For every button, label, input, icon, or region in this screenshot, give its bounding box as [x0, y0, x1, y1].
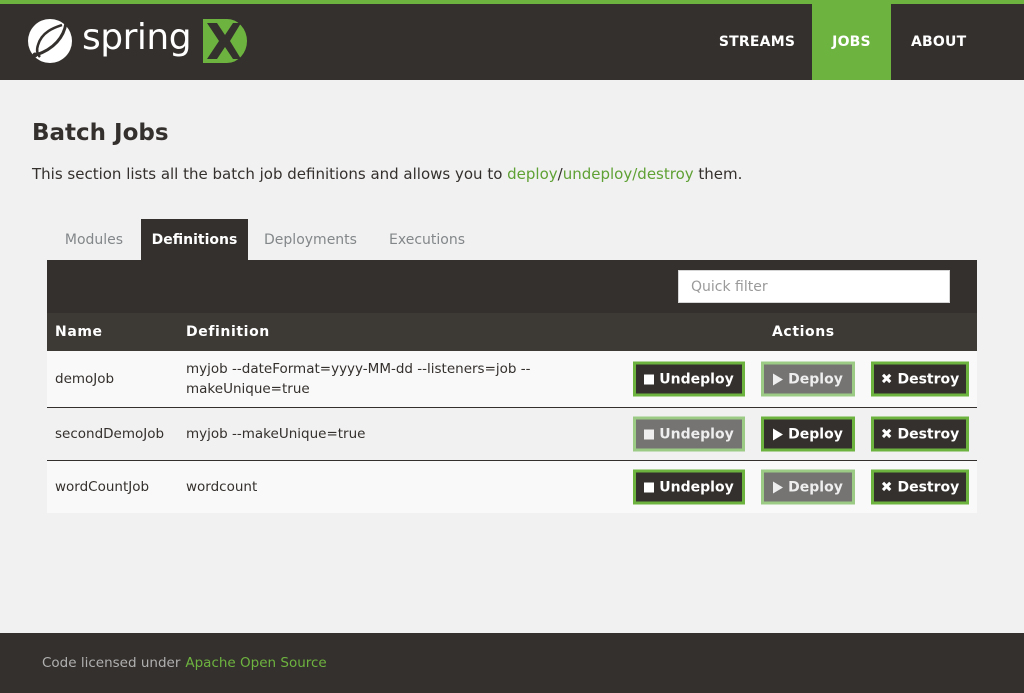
undeploy-label: Undeploy [659, 479, 734, 495]
destroy-link[interactable]: destroy [637, 165, 693, 183]
spring-leaf-icon [28, 19, 72, 63]
destroy-label: Destroy [897, 426, 960, 442]
deploy-label: Deploy [788, 426, 843, 442]
main-nav: STREAMS JOBS ABOUT [690, 4, 1024, 80]
deploy-button[interactable]: Deploy [761, 469, 855, 505]
tab-deployments[interactable]: Deployments [248, 219, 373, 260]
destroy-button[interactable]: ✖ Destroy [871, 361, 969, 397]
nav-streams[interactable]: STREAMS [690, 4, 812, 80]
undeploy-label: Undeploy [659, 371, 734, 387]
top-navbar: spring STREAMS JOBS ABOUT [0, 0, 1024, 80]
tab-executions[interactable]: Executions [373, 219, 481, 260]
job-definition: myjob --dateFormat=yyyy-MM-dd --listener… [186, 361, 531, 397]
nav-jobs[interactable]: JOBS [812, 4, 891, 80]
tab-definitions[interactable]: Definitions [141, 219, 248, 260]
quick-filter-input[interactable] [678, 270, 950, 303]
destroy-button[interactable]: ✖ Destroy [871, 469, 969, 505]
job-name: demoJob [55, 371, 115, 387]
description-suffix: them. [693, 165, 743, 183]
footer-text: Code licensed under [42, 655, 181, 671]
destroy-label: Destroy [897, 479, 960, 495]
page-description: This section lists all the batch job def… [32, 165, 742, 183]
undeploy-button[interactable]: Undeploy [633, 361, 745, 397]
spring-xd-logo[interactable]: spring [26, 16, 248, 66]
deploy-button[interactable]: Deploy [761, 416, 855, 452]
destroy-button[interactable]: ✖ Destroy [871, 416, 969, 452]
table-row: secondDemoJob myjob --makeUnique=true Un… [47, 408, 977, 461]
deploy-label: Deploy [788, 479, 843, 495]
column-header-definition[interactable]: Definition [186, 324, 270, 340]
xd-icon [203, 19, 248, 63]
stop-icon [644, 482, 655, 492]
job-name: secondDemoJob [55, 426, 165, 442]
close-icon: ✖ [880, 371, 893, 387]
stop-icon [644, 374, 655, 384]
table-row: demoJob myjob --dateFormat=yyyy-MM-dd --… [47, 351, 977, 408]
job-definition: myjob --makeUnique=true [186, 426, 366, 442]
brand-text: spring [82, 17, 192, 58]
filter-bar [47, 260, 977, 313]
apache-license-link[interactable]: Apache Open Source [185, 655, 326, 671]
table-row: wordCountJob wordcount Undeploy Deploy ✖… [47, 461, 977, 513]
table-header: Name Definition Actions [47, 313, 977, 351]
undeploy-button[interactable]: Undeploy [633, 416, 745, 452]
tab-bar: Modules Definitions Deployments Executio… [47, 219, 481, 260]
description-prefix: This section lists all the batch job def… [32, 165, 508, 183]
stop-icon [644, 429, 655, 439]
tab-modules[interactable]: Modules [47, 219, 141, 260]
job-definition: wordcount [186, 479, 258, 495]
deploy-button[interactable]: Deploy [761, 361, 855, 397]
footer: Code licensed under Apache Open Source [0, 633, 1024, 693]
close-icon: ✖ [880, 479, 893, 495]
deploy-label: Deploy [788, 371, 843, 387]
undeploy-link[interactable]: undeploy [563, 165, 633, 183]
nav-about[interactable]: ABOUT [891, 4, 1024, 80]
job-name: wordCountJob [55, 479, 150, 495]
close-icon: ✖ [880, 426, 893, 442]
play-icon [773, 481, 784, 493]
column-header-actions: Actions [772, 324, 835, 340]
destroy-label: Destroy [897, 371, 960, 387]
play-icon [773, 373, 784, 385]
page-title: Batch Jobs [32, 120, 169, 146]
undeploy-button[interactable]: Undeploy [633, 469, 745, 505]
definitions-panel: Name Definition Actions demoJob myjob --… [47, 260, 977, 513]
deploy-link[interactable]: deploy [507, 165, 558, 183]
column-header-name[interactable]: Name [55, 324, 103, 340]
play-icon [773, 428, 784, 440]
undeploy-label: Undeploy [659, 426, 734, 442]
